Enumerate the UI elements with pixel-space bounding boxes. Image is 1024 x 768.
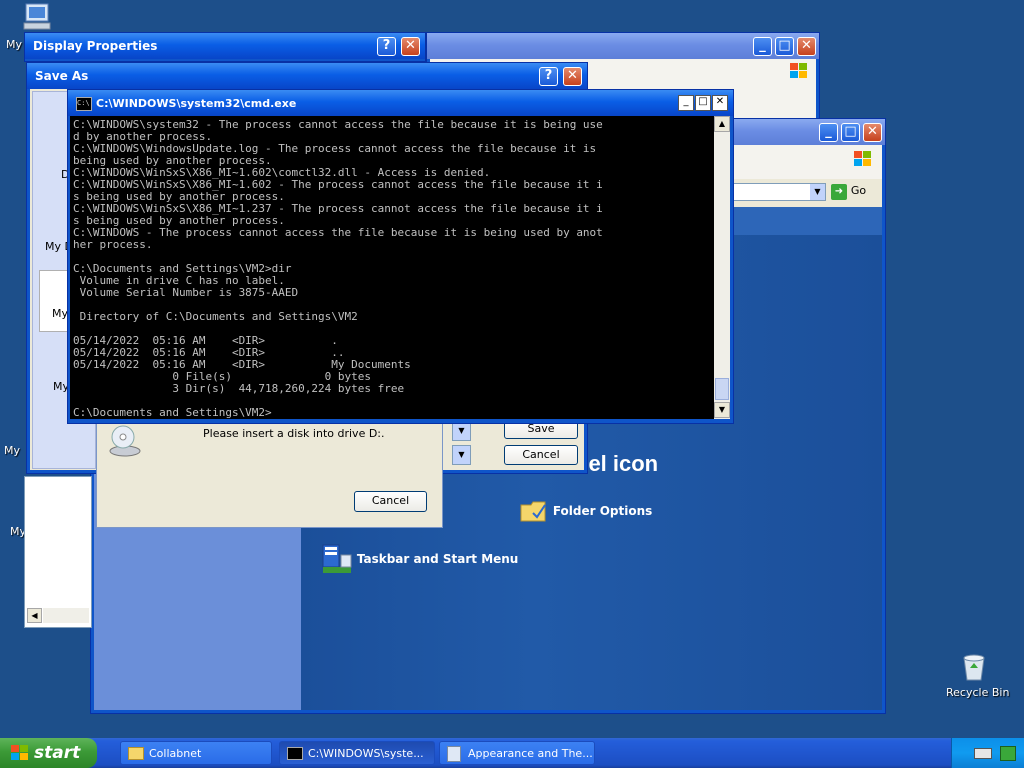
safely-remove-hardware-icon[interactable] [1000, 746, 1016, 761]
places-label: My [52, 307, 69, 320]
display-properties-close-button[interactable]: ✕ [401, 37, 420, 56]
cmd-minimize-button[interactable]: _ [678, 95, 694, 111]
go-arrow-icon: ➜ [831, 184, 847, 200]
control-panel-close-button[interactable]: ✕ [863, 123, 882, 142]
cmd-console[interactable]: C:\WINDOWS\system32 - The process cannot… [70, 116, 714, 419]
cmd-titlebar[interactable]: C:\WINDOWS\system32\cmd.exe [68, 90, 733, 116]
folder-options-link[interactable]: Folder Options [519, 497, 652, 527]
display-properties-help-button[interactable]: ? [377, 37, 396, 56]
insert-disk-message: Please insert a disk into drive D:. [203, 427, 385, 440]
cmd-maximize-button[interactable]: □ [695, 95, 711, 111]
save-as-titlebar[interactable]: Save As [27, 63, 587, 89]
computer-icon [23, 3, 51, 30]
encoding-dropdown-arrow[interactable]: ▼ [452, 445, 471, 465]
close-button[interactable]: ✕ [797, 37, 816, 56]
taskbar-button-collabnet[interactable]: Collabnet [120, 741, 272, 765]
display-properties-title: Display Properties [33, 39, 158, 53]
keyboard-icon[interactable] [974, 748, 992, 759]
control-panel-minimize-button[interactable]: _ [819, 123, 838, 142]
disk-cancel-button[interactable]: Cancel [354, 491, 427, 512]
taskbar-button-label: Appearance and The... [468, 747, 593, 760]
folder-options-icon [520, 501, 546, 522]
system-tray [951, 738, 1024, 768]
cd-drive-icon [109, 425, 141, 457]
file-type-dropdown-arrow[interactable]: ▼ [452, 421, 471, 441]
maximize-button[interactable]: □ [775, 37, 794, 56]
desktop-label-my-left-1: My [4, 444, 21, 457]
address-dropdown-arrow[interactable]: ▼ [810, 184, 825, 200]
desktop-label-my-computer: My [6, 38, 23, 51]
taskbar-button-label: Collabnet [149, 747, 202, 760]
cmd-title: C:\WINDOWS\system32\cmd.exe [96, 97, 297, 110]
display-properties-titlebar[interactable]: Display Properties [25, 33, 425, 59]
taskbar-button-label: C:\WINDOWS\syste... [308, 747, 424, 760]
cmd-window: C:\WINDOWS\system32\cmd.exe C:\ _ □ ✕ C:… [67, 89, 734, 424]
cmd-window-icon: C:\ [76, 97, 92, 111]
start-label: start [34, 743, 81, 763]
taskbar: start Collabnet C:\WINDOWS\syste... Appe… [0, 738, 1024, 768]
left-panel-window: ◀ [24, 476, 92, 628]
control-panel-icon [447, 746, 461, 762]
save-as-title: Save As [35, 69, 89, 83]
cmd-scroll-up-button[interactable]: ▲ [714, 116, 730, 132]
windows-flag-icon [854, 151, 871, 166]
cmd-scroll-thumb[interactable] [715, 378, 729, 400]
my-computer-desktop-icon[interactable] [22, 2, 56, 32]
minimize-button[interactable]: _ [753, 37, 772, 56]
save-as-close-button[interactable]: ✕ [563, 67, 582, 86]
recycle-bin-icon [963, 654, 985, 681]
go-button[interactable]: ➜ Go [831, 183, 875, 201]
go-label: Go [850, 184, 867, 197]
windows-logo-icon [11, 745, 28, 760]
folder-icon [128, 747, 144, 760]
cmd-icon [287, 747, 303, 760]
save-as-help-button[interactable]: ? [539, 67, 558, 86]
taskbar-button-appearance[interactable]: Appearance and The... [439, 741, 595, 765]
display-properties-window: Display Properties ? ✕ [24, 32, 426, 62]
desktop-label-recycle-bin: Recycle Bin [946, 686, 1010, 699]
taskbar-start-menu-link[interactable]: Taskbar and Start Menu [321, 543, 518, 573]
folder-options-label: Folder Options [552, 504, 653, 518]
taskbar-start-menu-label: Taskbar and Start Menu [356, 552, 519, 566]
cancel-button[interactable]: Cancel [504, 445, 578, 465]
horizontal-scrollbar[interactable] [43, 608, 89, 623]
recycle-bin-desktop-icon[interactable] [958, 650, 990, 682]
start-button[interactable]: start [0, 738, 97, 768]
windows-flag-icon [790, 63, 807, 78]
taskbar-start-menu-icon [322, 544, 352, 573]
taskbar-button-cmd[interactable]: C:\WINDOWS\syste... [279, 741, 435, 765]
scroll-left-button[interactable]: ◀ [27, 608, 42, 623]
cmd-scroll-down-button[interactable]: ▼ [714, 402, 730, 418]
cmd-vertical-scrollbar[interactable]: ▲ ▼ [714, 116, 730, 419]
insert-disk-dialog: Please insert a disk into drive D:. Canc… [96, 410, 443, 528]
control-panel-maximize-button[interactable]: □ [841, 123, 860, 142]
cmd-close-button[interactable]: ✕ [712, 95, 728, 111]
cmd-output: C:\WINDOWS\system32 - The process cannot… [73, 118, 603, 419]
